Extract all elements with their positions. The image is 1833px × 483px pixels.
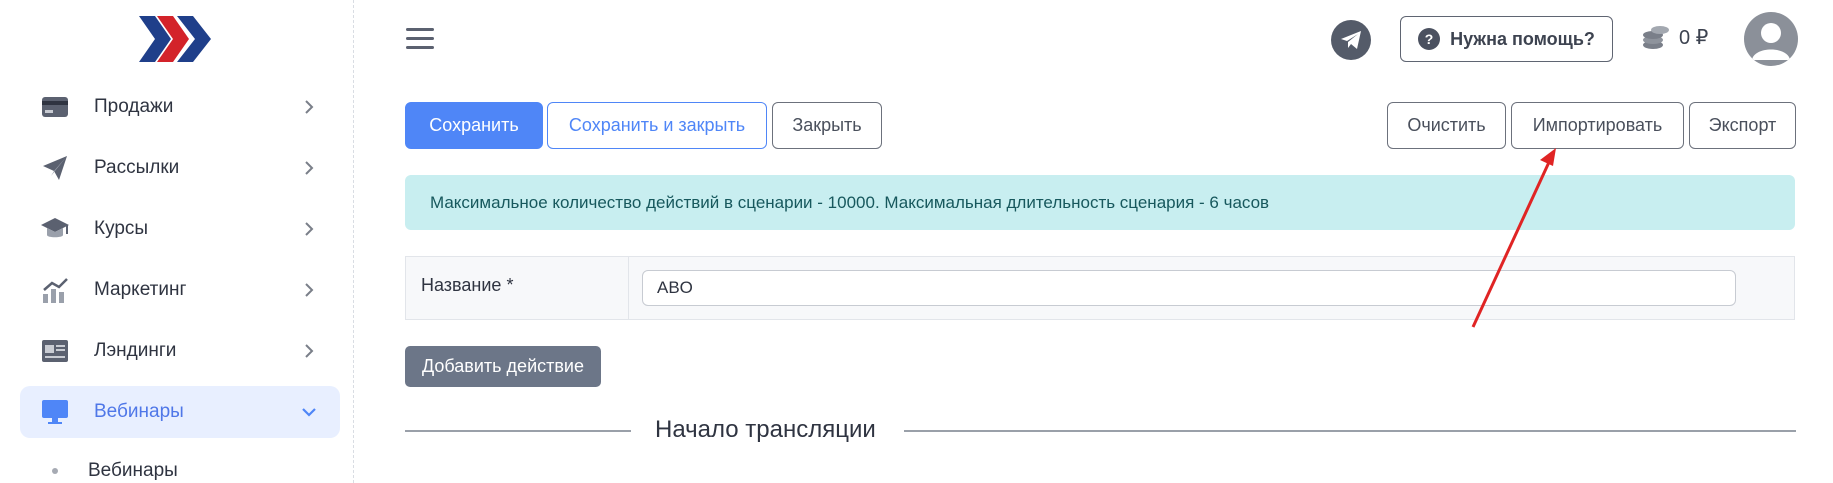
- sidebar-item-label: Курсы: [94, 218, 149, 239]
- help-button[interactable]: ? Нужна помощь?: [1400, 16, 1613, 62]
- chevron-right-icon: [294, 92, 324, 122]
- balance[interactable]: 0 ₽: [1641, 24, 1708, 50]
- logo[interactable]: [139, 16, 219, 62]
- question-icon: ?: [1418, 28, 1441, 50]
- sidebar-item-label: Лэндинги: [94, 340, 177, 361]
- chevron-right-icon: [294, 214, 324, 244]
- sidebar-item-label: Маркетинг: [94, 279, 187, 300]
- help-button-label: Нужна помощь?: [1450, 28, 1595, 49]
- telegram-icon: [1341, 31, 1361, 49]
- section-divider-right: [904, 430, 1796, 432]
- graduation-cap-icon: [40, 214, 70, 244]
- sidebar-item-marketing[interactable]: Маркетинг: [20, 264, 340, 316]
- sidebar-item-landings[interactable]: Лэндинги: [20, 325, 340, 377]
- hamburger-menu-icon[interactable]: [405, 24, 435, 54]
- import-button[interactable]: Импортировать: [1511, 102, 1684, 149]
- add-action-button[interactable]: Добавить действие: [405, 346, 601, 387]
- monitor-icon: [40, 397, 70, 427]
- sidebar-subitem-label: Вебинары: [88, 460, 178, 481]
- name-form-row: Название *: [405, 256, 1795, 320]
- save-and-close-button[interactable]: Сохранить и закрыть: [547, 102, 767, 149]
- sidebar: Продажи Рассылки Курсы Маркетинг Лэндинг…: [4, 0, 354, 483]
- name-input[interactable]: [642, 270, 1736, 306]
- save-button[interactable]: Сохранить: [405, 102, 543, 149]
- card-icon: [40, 92, 70, 122]
- sidebar-item-label: Рассылки: [94, 157, 180, 178]
- name-input-wrap: [629, 257, 1794, 319]
- chevron-down-icon: [294, 397, 324, 427]
- landing-icon: [40, 336, 70, 366]
- balance-value: 0 ₽: [1679, 26, 1709, 49]
- chevron-right-icon: [294, 336, 324, 366]
- sidebar-item-webinars[interactable]: Вебинары: [20, 386, 340, 438]
- section-title: Начало трансляции: [655, 416, 876, 443]
- user-icon: [1752, 23, 1790, 60]
- chevron-right-icon: [294, 275, 324, 305]
- bullet-icon: [52, 468, 58, 474]
- chart-icon: [40, 275, 70, 305]
- paper-plane-icon: [40, 153, 70, 183]
- export-button[interactable]: Экспорт: [1689, 102, 1796, 149]
- info-alert-text: Максимальное количество действий в сцена…: [430, 192, 1270, 212]
- chevron-right-icon: [294, 153, 324, 183]
- sidebar-subitem-webinars[interactable]: Вебинары: [52, 460, 178, 482]
- clear-button[interactable]: Очистить: [1387, 102, 1506, 149]
- sidebar-item-label: Продажи: [94, 96, 174, 117]
- section-divider-left: [405, 430, 631, 432]
- sidebar-item-sales[interactable]: Продажи: [20, 81, 340, 133]
- sidebar-item-mailings[interactable]: Рассылки: [20, 142, 340, 194]
- sidebar-item-label: Вебинары: [94, 401, 184, 422]
- avatar[interactable]: [1744, 12, 1798, 66]
- name-label: Название *: [406, 257, 629, 319]
- sidebar-item-courses[interactable]: Курсы: [20, 203, 340, 255]
- info-alert: Максимальное количество действий в сцена…: [405, 175, 1795, 230]
- telegram-button[interactable]: [1331, 20, 1371, 60]
- close-button[interactable]: Закрыть: [772, 102, 882, 149]
- coins-icon: [1643, 26, 1669, 49]
